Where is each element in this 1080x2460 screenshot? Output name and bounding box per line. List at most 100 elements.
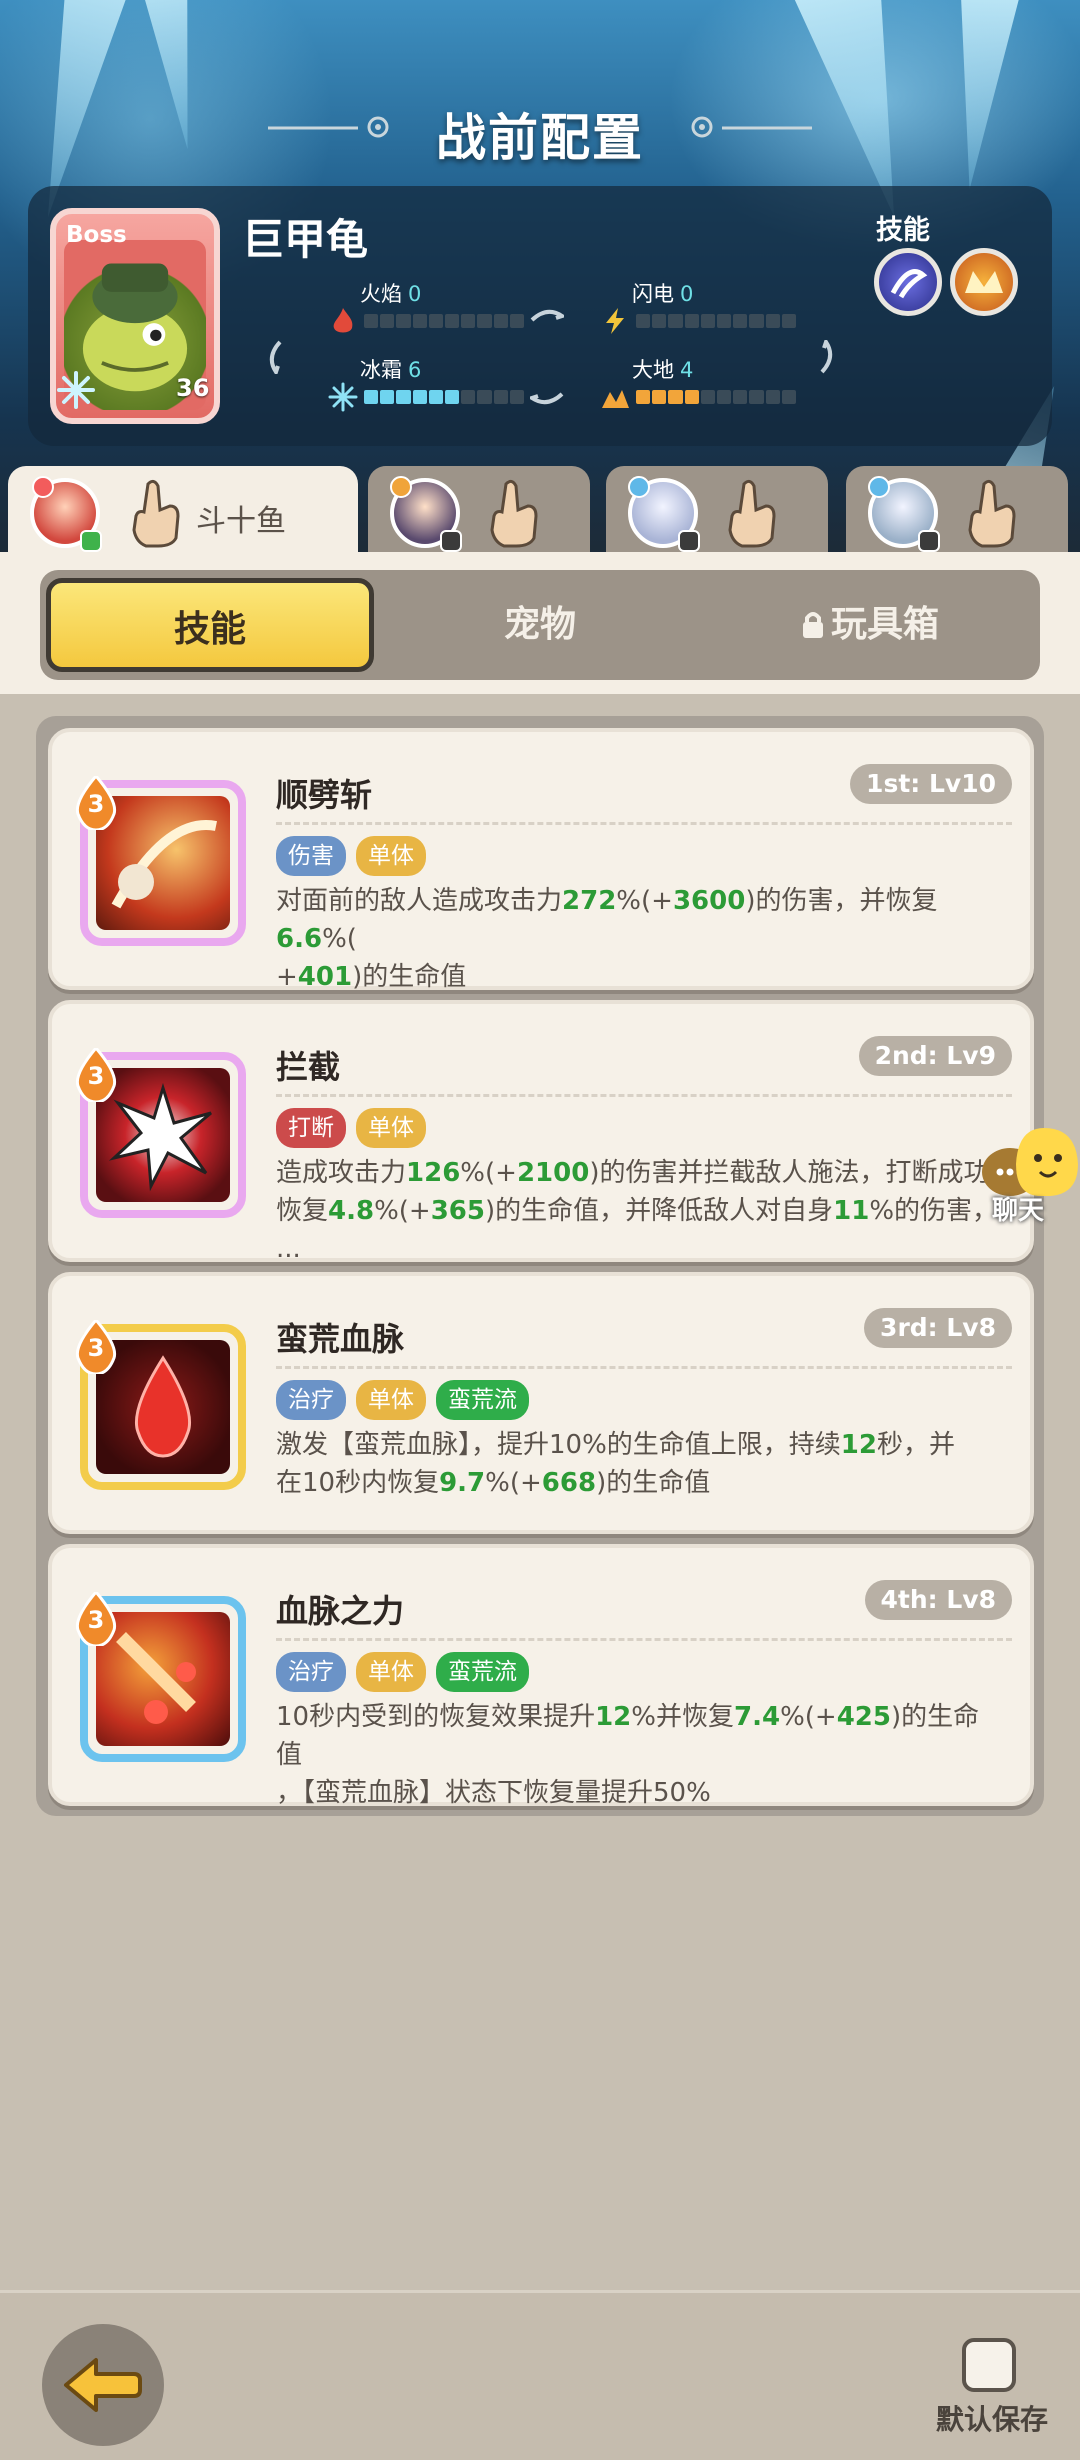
skill-card[interactable]: 3 蛮荒血脉 3rd: Lv8 治疗 单体 蛮荒流 激发【蛮荒血脉】，提升10%的生… <box>48 1272 1034 1534</box>
stat-bar-segment <box>700 390 716 404</box>
boss-name: 巨甲龟 <box>242 215 369 264</box>
stat-bar-segment <box>428 314 444 328</box>
stat-bar-segment <box>412 314 427 328</box>
stat-fire-bar <box>364 314 525 328</box>
stat-bar-segment <box>717 314 732 328</box>
skill-value: 7.4 <box>734 1702 781 1732</box>
skill-tag: 单体 <box>356 1652 426 1692</box>
stat-bar-segment <box>380 390 395 404</box>
skill-card[interactable]: 3 拦截 2nd: Lv9 打断 单体 造成攻击力126%(+2100)的伤害并拦… <box>48 1000 1034 1262</box>
stat-bar-segment <box>781 314 797 328</box>
tab-skills[interactable]: 技能 <box>46 578 374 672</box>
skill-value: 126 <box>406 1158 461 1188</box>
stat-bar-segment <box>733 390 748 404</box>
character-tab-2[interactable] <box>368 466 590 566</box>
controller-badge-icon <box>440 530 462 552</box>
stat-bar-segment <box>445 314 460 328</box>
stat-bar-segment <box>717 390 732 404</box>
boss-skill-2-icon[interactable] <box>950 248 1018 316</box>
snowflake-icon <box>57 371 95 409</box>
tap-hand-icon <box>490 479 538 548</box>
stat-fire-value: 0 <box>408 282 422 306</box>
stat-bar-segment <box>445 390 460 404</box>
stat-bar-segment <box>636 314 651 328</box>
stat-bar-segment <box>364 390 379 404</box>
default-save-label[interactable]: 默认保存 <box>936 2398 1048 2438</box>
stat-bar-segment <box>509 390 525 404</box>
skill-tags: 伤害 单体 <box>276 836 426 876</box>
fire-icon <box>333 308 353 333</box>
stat-lightning-label: 闪电 <box>632 282 674 306</box>
skill-text: )的生命值，并降低敌人对自身 <box>485 1196 834 1226</box>
stat-bar-segment <box>636 390 651 404</box>
skill-tags: 治疗 单体 蛮荒流 <box>276 1380 529 1420</box>
skill-value: 272 <box>562 886 617 916</box>
skill-text: )的生命值 <box>352 962 467 992</box>
skill-level: 3 <box>87 1606 105 1634</box>
skill-tag: 蛮荒流 <box>436 1652 529 1692</box>
stat-bar-segment <box>509 314 525 328</box>
stat-lightning: 闪电 0 <box>600 278 860 348</box>
tap-hand-icon <box>728 479 776 548</box>
stat-lightning-value: 0 <box>680 282 694 306</box>
tab-toybox[interactable]: 玩具箱 <box>706 578 1034 672</box>
skill-value: 2100 <box>516 1158 590 1188</box>
chat-label[interactable]: 聊天 <box>992 1190 1044 1227</box>
stat-bar-segment <box>412 390 427 404</box>
character-tab-3[interactable] <box>606 466 828 566</box>
divider <box>276 1366 1012 1369</box>
stat-bar-segment <box>461 390 476 404</box>
stat-bar-segment <box>461 314 476 328</box>
stat-frost-value: 6 <box>408 358 422 382</box>
skill-card[interactable]: 3 顺劈斩 1st: Lv10 伤害 单体 对面前的敌人造成攻击力272%(+36… <box>48 728 1034 992</box>
skill-tag: 单体 <box>356 836 426 876</box>
character-tab-4[interactable] <box>846 466 1068 566</box>
skill-name: 蛮荒血脉 <box>276 1320 405 1358</box>
skill-text: 造成攻击力 <box>276 1158 407 1188</box>
character-tab-1[interactable]: 斗十鱼 <box>8 466 358 566</box>
skill-value: 11 <box>833 1196 870 1226</box>
skill-description: 造成攻击力126%(+2100)的伤害并拦截敌人施法，打断成功 恢复4.8%(+… <box>276 1154 1000 1260</box>
skill-tag: 蛮荒流 <box>436 1380 529 1420</box>
skill-description: 对面前的敌人造成攻击力272%(+3600)的伤害，并恢复6.6%( +401)… <box>276 882 1000 996</box>
stat-bar-segment <box>684 314 699 328</box>
stat-bar-segment <box>477 314 492 328</box>
tap-hand-icon <box>968 479 1016 548</box>
controller-badge-icon <box>80 530 102 552</box>
skill-tag: 治疗 <box>276 1380 346 1420</box>
lock-icon <box>802 612 823 638</box>
stat-bar-segment <box>493 390 508 404</box>
controller-badge-icon <box>918 530 940 552</box>
stat-bar-segment <box>765 314 780 328</box>
character-class-icon <box>390 476 412 498</box>
stat-bar-segment <box>396 390 411 404</box>
cycle-arrow-icon <box>530 392 564 405</box>
stat-bar-segment <box>652 390 667 404</box>
stat-bar-segment <box>428 390 444 404</box>
back-button[interactable] <box>42 2324 164 2446</box>
skill-level: 3 <box>87 1334 105 1362</box>
tab-pets[interactable]: 宠物 <box>376 578 704 672</box>
skill-card[interactable]: 3 血脉之力 4th: Lv8 治疗 单体 蛮荒流 10秒内受到的恢复效果提升12%… <box>48 1544 1034 1808</box>
tap-hand-icon <box>132 479 180 548</box>
default-save-checkbox[interactable] <box>962 2338 1016 2392</box>
skill-text: %(+ <box>485 1468 542 1498</box>
stat-bar-segment <box>477 390 492 404</box>
skill-rank-badge: 1st: Lv10 <box>850 764 1012 804</box>
boss-tag: Boss <box>66 222 127 248</box>
stat-frost-label: 冰霜 <box>360 358 402 382</box>
boss-skill-1-icon[interactable] <box>874 248 942 316</box>
cycle-arrow-icon <box>269 340 282 374</box>
lightning-icon <box>606 308 624 334</box>
skill-tags: 治疗 单体 蛮荒流 <box>276 1652 529 1692</box>
skill-description: 10秒内受到的恢复效果提升12%并恢复7.4%(+425)的生命值 ，【蛮荒血脉… <box>276 1698 1000 1812</box>
skill-name: 拦截 <box>276 1048 341 1086</box>
back-arrow-icon <box>64 2358 142 2412</box>
skill-tag: 治疗 <box>276 1652 346 1692</box>
skill-name: 顺劈斩 <box>276 776 373 814</box>
title-ornament-right-icon <box>691 116 812 138</box>
stat-bar-segment <box>396 314 411 328</box>
skill-text: 10秒内受到的恢复效果提升 <box>276 1702 596 1732</box>
skill-rank-badge: 3rd: Lv8 <box>864 1308 1012 1348</box>
skill-rank-badge: 4th: Lv8 <box>864 1580 1012 1620</box>
